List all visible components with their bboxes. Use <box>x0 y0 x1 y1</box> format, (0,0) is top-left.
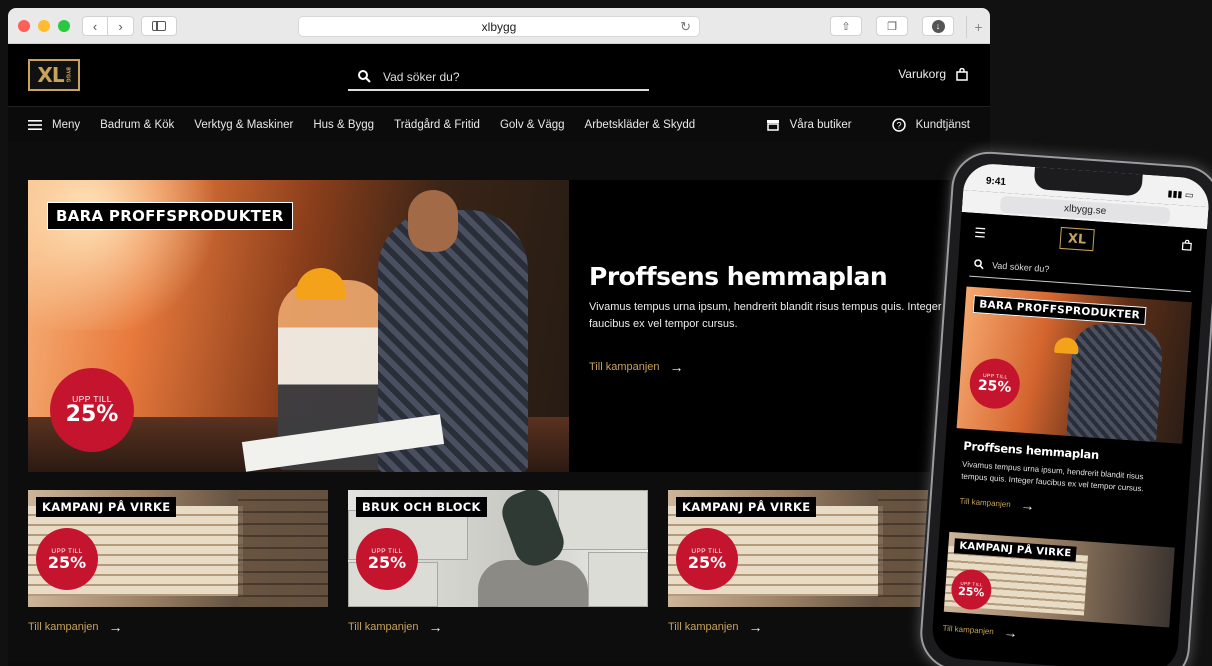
arrow-right-icon: → <box>428 619 443 635</box>
phone-screen: 9:41 ▮▮▮ ▭ xlbygg.se ☰ XL Vad söker du? <box>930 162 1211 666</box>
sidebar-icon[interactable] <box>141 16 177 36</box>
main-content: BARA PROFFSPRODUKTER UPP TILL 25% Proffs… <box>8 142 990 662</box>
download-icon[interactable]: ↓ <box>922 16 954 36</box>
badge-value: 25% <box>957 584 985 600</box>
browser-toolbar: ‹ › xlbygg ↻ ⇧ ❐ ↓ + <box>8 8 990 44</box>
search-icon[interactable] <box>358 70 371 83</box>
address-bar[interactable]: xlbygg ↻ <box>298 16 700 37</box>
close-window-button[interactable] <box>18 20 30 32</box>
nav-item-verktyg-maskiner[interactable]: Verktyg & Maskiner <box>194 119 293 131</box>
badge-value: 25% <box>47 552 87 572</box>
hero-title: Proffsens hemmaplan <box>589 262 888 291</box>
hero-body: Vivamus tempus urna ipsum, hendrerit bla… <box>589 301 942 330</box>
minimize-window-button[interactable] <box>38 20 50 32</box>
forward-icon[interactable]: › <box>108 16 134 36</box>
card-tag: BRUK OCH BLOCK <box>356 497 487 517</box>
hero-banner[interactable]: BARA PROFFSPRODUKTER UPP TILL 25% Proffs… <box>28 180 968 472</box>
cart-button[interactable]: Varukorg <box>898 67 968 81</box>
nav-utilities: Våra butiker ? Kundtjänst <box>766 107 970 143</box>
menu-label: Meny <box>52 118 81 131</box>
card-cta-link[interactable]: Till kampanjen → <box>348 619 648 635</box>
card-image: KAMPANJ PÅ VIRKE UPP TILL 25% <box>28 490 328 607</box>
promo-card-virke[interactable]: KAMPANJ PÅ VIRKE UPP TILL 25% Till kampa… <box>28 490 328 635</box>
svg-text:?: ? <box>896 121 901 131</box>
tabs-icon[interactable]: ❐ <box>876 16 908 36</box>
arrow-right-icon: → <box>748 619 763 635</box>
address-text: xlbygg <box>481 19 517 34</box>
card-cta-label: Till kampanjen <box>348 621 419 633</box>
nav-item-tradgard-fritid[interactable]: Trädgård & Fritid <box>394 119 480 131</box>
phone-hero[interactable]: BARA PROFFSPRODUKTER UPP TILL 25% Proffs… <box>950 286 1192 536</box>
menu-button[interactable]: Meny <box>28 119 80 131</box>
back-icon[interactable]: ‹ <box>82 16 108 36</box>
phone-body: 9:41 ▮▮▮ ▭ xlbygg.se ☰ XL Vad söker du? <box>917 149 1212 666</box>
card-image: BRUK OCH BLOCK UPP TILL 25% <box>348 490 648 607</box>
customer-service-link[interactable]: ? Kundtjänst <box>891 118 970 132</box>
card-discount-badge: UPP TILL 25% <box>356 528 418 590</box>
arrow-right-icon: → <box>669 359 684 375</box>
phone-promo-card[interactable]: KAMPANJ PÅ VIRKE UPP TILL 25% Till kampa… <box>942 531 1175 652</box>
hamburger-icon[interactable]: ☰ <box>974 225 987 242</box>
phone-time: 9:41 <box>985 175 1007 188</box>
badge-value: 25% <box>687 552 727 572</box>
nav-item-hus-bygg[interactable]: Hus & Bygg <box>313 119 374 131</box>
card-cta-link[interactable]: Till kampanjen → <box>28 619 328 635</box>
window-controls <box>18 20 70 32</box>
card-discount-badge: UPP TILL 25% <box>36 528 98 590</box>
toolbar-actions: ⇧ ❐ ↓ <box>830 16 954 36</box>
arrow-right-icon: → <box>1020 496 1036 514</box>
card-tag: KAMPANJ PÅ VIRKE <box>676 497 817 517</box>
card-tag: KAMPANJ PÅ VIRKE <box>36 497 177 517</box>
phone-site-logo[interactable]: XL <box>1059 226 1095 252</box>
badge-value: 25% <box>65 402 119 427</box>
arrow-right-icon: → <box>108 619 123 635</box>
arrow-right-icon: → <box>1003 623 1019 641</box>
logo-subtext: BYGG <box>64 67 71 83</box>
badge-value: 25% <box>977 377 1012 396</box>
logo-text: XL <box>37 63 64 87</box>
phone-hero-cta[interactable]: Till kampanjen → <box>959 493 1170 524</box>
nav-item-arbetsklader-skydd[interactable]: Arbetskläder & Skydd <box>585 119 696 131</box>
help-icon: ? <box>891 118 906 132</box>
nav-item-golv-vagg[interactable]: Golv & Vägg <box>500 119 565 131</box>
site-logo[interactable]: XL BYGG <box>28 59 80 91</box>
site-header: XL BYGG Varukorg <box>8 44 990 106</box>
card-discount-badge: UPP TILL 25% <box>676 528 738 590</box>
badge-value: 25% <box>367 552 407 572</box>
phone-hero-cta-label: Till kampanjen <box>959 496 1012 509</box>
search-input[interactable] <box>383 69 613 84</box>
new-tab-button[interactable]: + <box>966 16 990 38</box>
hero-cta-link[interactable]: Till kampanjen → <box>589 359 949 375</box>
phone-card-cta-label: Till kampanjen <box>942 623 995 636</box>
share-icon[interactable]: ⇧ <box>830 16 862 36</box>
hero-text: Proffsens hemmaplan Vivamus tempus urna … <box>589 262 949 375</box>
main-navigation: Meny Badrum & Kök Verktyg & Maskiner Hus… <box>8 106 990 142</box>
nav-item-badrum-kok[interactable]: Badrum & Kök <box>100 119 174 131</box>
hamburger-icon <box>28 119 42 130</box>
hero-discount-badge: UPP TILL 25% <box>50 368 134 452</box>
search-icon <box>974 258 984 269</box>
zoom-window-button[interactable] <box>58 20 70 32</box>
stores-link[interactable]: Våra butiker <box>766 119 852 131</box>
store-icon <box>766 120 779 131</box>
hero-tag: BARA PROFFSPRODUKTER <box>47 202 293 230</box>
customer-service-label: Kundtjänst <box>915 119 970 131</box>
phone-hero-text: Proffsens hemmaplan Vivamus tempus urna … <box>950 428 1182 536</box>
phone-search-placeholder: Vad söker du? <box>991 259 1050 274</box>
card-cta-label: Till kampanjen <box>28 621 99 633</box>
promo-cards: KAMPANJ PÅ VIRKE UPP TILL 25% Till kampa… <box>28 490 968 635</box>
cart-label: Varukorg <box>898 67 946 81</box>
phone-mockup: 9:41 ▮▮▮ ▭ xlbygg.se ☰ XL Vad söker du? <box>917 149 1212 666</box>
bag-icon[interactable] <box>1181 239 1193 251</box>
reload-icon[interactable]: ↻ <box>680 19 691 35</box>
browser-window: ‹ › xlbygg ↻ ⇧ ❐ ↓ + XL BYGG Varukorg <box>8 8 990 666</box>
stores-label: Våra butiker <box>789 119 852 131</box>
hero-cta-label: Till kampanjen <box>589 361 660 373</box>
history-buttons: ‹ › <box>82 16 134 36</box>
promo-card-bruk-block[interactable]: BRUK OCH BLOCK UPP TILL 25% Till kampanj… <box>348 490 648 635</box>
search-bar <box>348 64 649 91</box>
card-cta-label: Till kampanjen <box>668 621 739 633</box>
signal-icon: ▮▮▮ ▭ <box>1167 188 1194 201</box>
bag-icon <box>956 67 968 81</box>
